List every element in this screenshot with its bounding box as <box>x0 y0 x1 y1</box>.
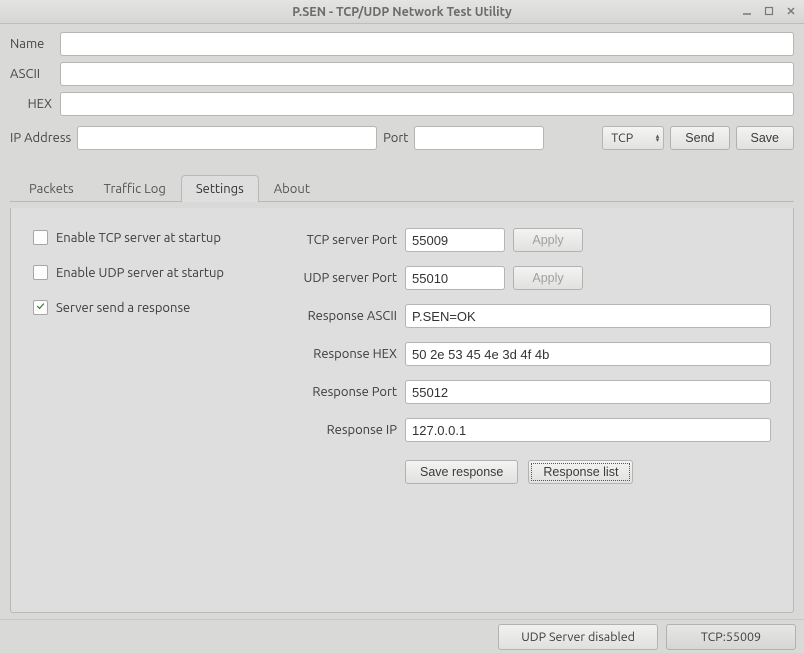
save-response-button[interactable]: Save response <box>405 460 518 484</box>
server-send-response-checkbox[interactable] <box>33 300 48 315</box>
port-input[interactable] <box>414 126 544 150</box>
response-list-button[interactable]: Response list <box>528 460 633 484</box>
udp-server-port-input[interactable] <box>405 266 505 290</box>
enable-tcp-startup-label: Enable TCP server at startup <box>56 231 221 245</box>
tab-about[interactable]: About <box>259 175 325 202</box>
tab-settings[interactable]: Settings <box>181 175 259 202</box>
main-content: Name ASCII HEX IP Address Port TCP ▴▾ Se… <box>0 24 804 619</box>
maximize-icon[interactable] <box>760 2 778 20</box>
response-ascii-input[interactable] <box>405 304 771 328</box>
settings-checkboxes: Enable TCP server at startup Enable UDP … <box>33 228 263 592</box>
response-ip-input[interactable] <box>405 418 771 442</box>
settings-fields: TCP server Port Apply UDP server Port Ap… <box>287 228 771 592</box>
server-send-response-label: Server send a response <box>56 301 190 315</box>
enable-tcp-startup-checkbox[interactable] <box>33 230 48 245</box>
udp-apply-button[interactable]: Apply <box>513 266 583 290</box>
enable-udp-startup-label: Enable UDP server at startup <box>56 266 224 280</box>
tcp-server-port-label: TCP server Port <box>287 233 397 247</box>
status-bar: UDP Server disabled TCP:55009 <box>0 619 804 653</box>
close-icon[interactable] <box>782 2 800 20</box>
spinner-icon: ▴▾ <box>656 134 660 142</box>
tab-traffic-log[interactable]: Traffic Log <box>89 175 181 202</box>
tab-bar: Packets Traffic Log Settings About <box>10 174 794 202</box>
udp-server-port-label: UDP server Port <box>287 271 397 285</box>
settings-page: Enable TCP server at startup Enable UDP … <box>10 208 794 613</box>
protocol-select[interactable]: TCP ▴▾ <box>602 126 664 150</box>
window-title: P.SEN - TCP/UDP Network Test Utility <box>0 5 804 19</box>
udp-status-button[interactable]: UDP Server disabled <box>498 624 658 650</box>
ip-address-input[interactable] <box>77 126 377 150</box>
ascii-label: ASCII <box>10 67 54 81</box>
tcp-server-port-input[interactable] <box>405 228 505 252</box>
response-ascii-label: Response ASCII <box>287 309 397 323</box>
hex-input[interactable] <box>60 92 794 116</box>
response-ip-label: Response IP <box>287 423 397 437</box>
response-hex-input[interactable] <box>405 342 771 366</box>
ip-address-label: IP Address <box>10 131 71 145</box>
enable-udp-startup-checkbox[interactable] <box>33 265 48 280</box>
port-label: Port <box>383 131 408 145</box>
send-button[interactable]: Send <box>670 126 729 150</box>
name-label: Name <box>10 37 54 51</box>
protocol-value: TCP <box>611 131 633 145</box>
save-button[interactable]: Save <box>736 126 795 150</box>
title-bar: P.SEN - TCP/UDP Network Test Utility <box>0 0 804 24</box>
response-hex-label: Response HEX <box>287 347 397 361</box>
window-controls <box>738 2 800 20</box>
tcp-apply-button[interactable]: Apply <box>513 228 583 252</box>
hex-label: HEX <box>10 97 54 111</box>
tab-packets[interactable]: Packets <box>14 175 89 202</box>
name-input[interactable] <box>60 32 794 56</box>
minimize-icon[interactable] <box>738 2 756 20</box>
tcp-status-button[interactable]: TCP:55009 <box>666 624 796 650</box>
response-port-input[interactable] <box>405 380 771 404</box>
ascii-input[interactable] <box>60 62 794 86</box>
response-port-label: Response Port <box>287 385 397 399</box>
